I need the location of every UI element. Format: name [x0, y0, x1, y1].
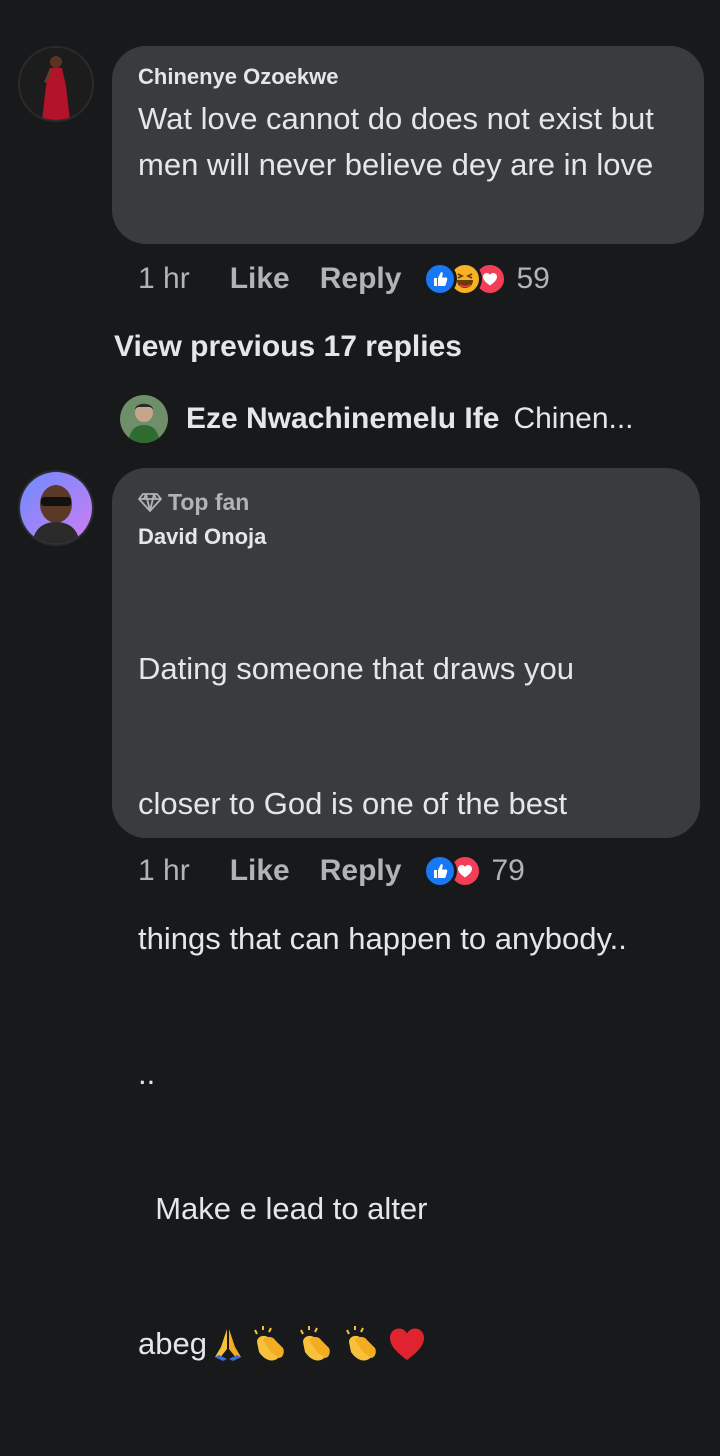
comment-time[interactable]: 1 hr	[138, 262, 190, 296]
clapping-hands-icon	[254, 1325, 284, 1361]
view-previous-replies-link[interactable]: View previous 17 replies	[114, 330, 462, 364]
avatar[interactable]	[18, 46, 94, 122]
badge-label: Top fan	[168, 489, 250, 515]
comment-text-line: closer to God is one of the best	[138, 786, 568, 821]
comment-author[interactable]: David Onoja	[138, 524, 674, 550]
reply-snippet: Chinen...	[513, 402, 634, 435]
comment-author[interactable]: Chinenye Ozoekwe	[138, 64, 678, 90]
reaction-summary[interactable]	[423, 854, 483, 888]
comment-text-line: Dating someone that draws you	[138, 651, 574, 686]
like-button[interactable]: Like	[230, 854, 290, 888]
comment-text-line: abeg	[138, 1326, 207, 1361]
avatar-eze-image	[120, 395, 168, 443]
comment-time[interactable]: 1 hr	[138, 854, 190, 888]
diamond-icon	[138, 493, 162, 512]
like-button[interactable]: Like	[230, 262, 290, 296]
comment-text: Wat love cannot do does not exist but me…	[138, 101, 663, 182]
clapping-hands-icon	[300, 1325, 330, 1361]
top-fan-badge: Top fan	[138, 488, 674, 516]
avatar[interactable]	[18, 470, 94, 546]
comment-actions: 1 hr Like Reply 79	[138, 854, 525, 888]
comment-text-line-with-emojis: abeg	[138, 1321, 674, 1366]
reaction-count[interactable]: 79	[491, 854, 524, 888]
comment-text-line: ..	[138, 1056, 156, 1091]
reply-author[interactable]: Eze Nwachinemelu Ife	[186, 402, 499, 436]
comment-bubble[interactable]: Chinenye Ozoekwe Wat love cannot do does…	[112, 46, 704, 244]
avatar-chinenye-image	[20, 48, 92, 120]
comment-text-line: things that can happen to anybody..	[138, 921, 627, 956]
comment-text: Dating someone that draws you closer to …	[138, 556, 674, 1456]
reply-button[interactable]: Reply	[320, 854, 402, 888]
folded-hands-icon	[214, 1328, 241, 1361]
avatar-david-image	[20, 472, 92, 544]
reply-button[interactable]: Reply	[320, 262, 402, 296]
comment-actions: 1 hr Like Reply 59	[138, 262, 550, 296]
avatar[interactable]	[120, 395, 168, 443]
reply-preview[interactable]: Eze Nwachinemelu Ife Chinen...	[120, 395, 634, 443]
reaction-summary[interactable]	[423, 262, 508, 296]
red-heart-icon	[389, 1328, 424, 1360]
comment-text-line: Make e lead to alter	[138, 1191, 428, 1226]
reaction-count[interactable]: 59	[516, 262, 549, 296]
clapping-hands-icon	[346, 1325, 376, 1361]
comment-bubble[interactable]: Top fan David Onoja Dating someone that …	[112, 468, 700, 1361]
